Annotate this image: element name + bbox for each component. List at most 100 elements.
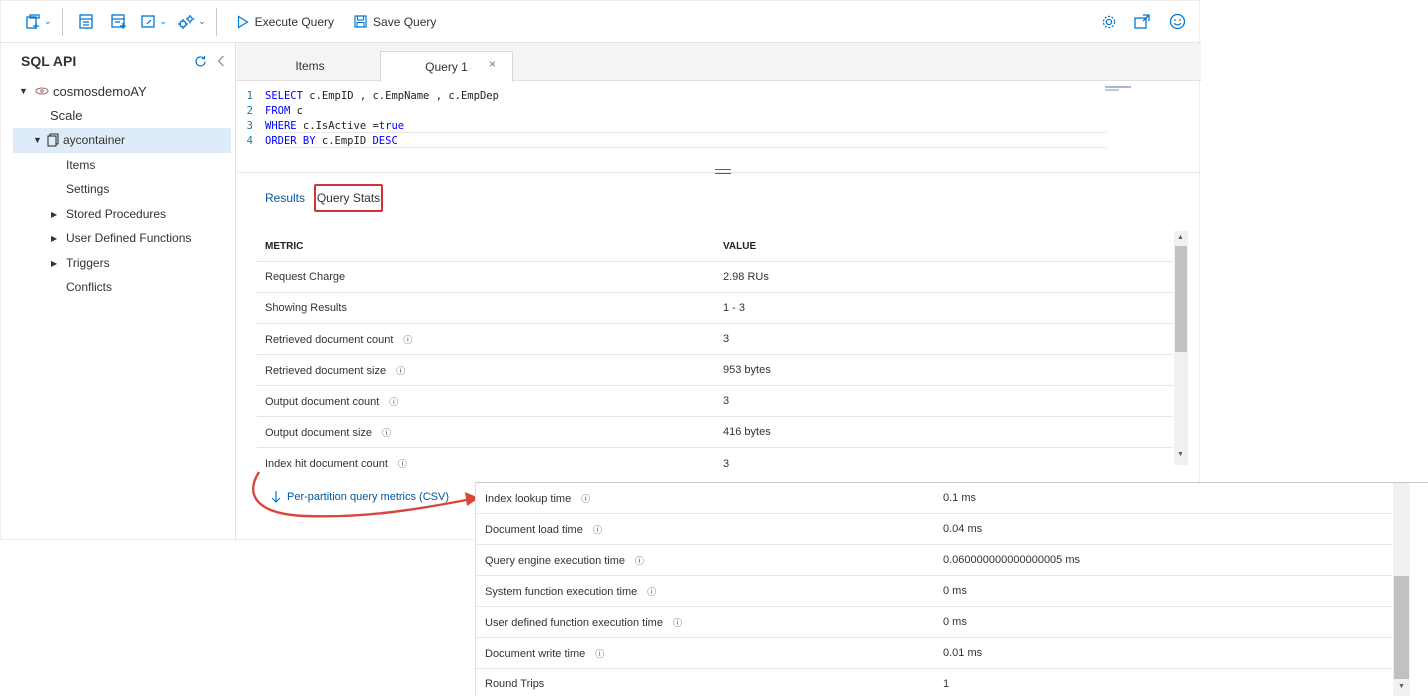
refresh-icon[interactable]: [194, 55, 207, 68]
close-icon[interactable]: ×: [489, 57, 496, 71]
metric-name: System function execution time: [485, 585, 638, 598]
scroll-down-icon[interactable]: ▼: [1177, 451, 1184, 458]
info-icon[interactable]: ⓘ: [382, 428, 391, 438]
tree-item-label: Settings: [66, 182, 110, 197]
settings-gears-button[interactable]: ⌄: [177, 1, 206, 43]
expand-triangle-icon: [33, 135, 45, 145]
new-stored-procedure-button[interactable]: [110, 1, 127, 43]
scrollbar-thumb[interactable]: [1175, 246, 1187, 352]
info-icon[interactable]: ⓘ: [389, 397, 398, 407]
tree-item-items[interactable]: Items: [1, 153, 235, 178]
info-icon[interactable]: ⓘ: [673, 618, 682, 628]
execute-query-label: Execute Query: [254, 14, 335, 29]
tree-item-triggers[interactable]: Triggers: [1, 251, 235, 276]
tree-item-udfs[interactable]: User Defined Functions: [1, 226, 235, 251]
metric-value: 0.1 ms: [943, 492, 977, 504]
collapsed-triangle-icon: [51, 258, 66, 268]
metric-name: Request Charge: [265, 271, 346, 283]
chevron-down-icon: ⌄: [44, 16, 52, 26]
editor-results-splitter[interactable]: [715, 169, 731, 174]
metric-value: 3: [723, 333, 730, 345]
table-scrollbar[interactable]: ▲ ▼: [1174, 231, 1188, 465]
code-text: c.IsActive: [296, 119, 373, 132]
keyword: ORDER BY: [265, 134, 316, 147]
table-row: Showing Results 1 - 3: [257, 293, 1173, 324]
expand-triangle-icon: [19, 86, 31, 96]
tab-query-stats[interactable]: Query Stats: [314, 184, 383, 212]
new-sql-query-button[interactable]: [78, 1, 93, 43]
info-icon[interactable]: ⓘ: [595, 649, 604, 659]
scrollbar-thumb[interactable]: [1394, 576, 1409, 679]
tree-item-conflicts[interactable]: Conflicts: [1, 275, 235, 300]
chevron-down-icon: ⌄: [198, 16, 206, 26]
metric-name: Output document size: [265, 426, 373, 439]
line-number: 2: [246, 104, 253, 117]
settings-button[interactable]: [1101, 1, 1117, 43]
table-row: Output document count ⓘ 3: [257, 386, 1173, 417]
editor-minimap[interactable]: [1105, 86, 1135, 92]
tree-item-settings[interactable]: Settings: [1, 177, 235, 202]
feedback-button[interactable]: [1169, 1, 1186, 43]
keyword: SELECT: [265, 89, 303, 102]
chevron-down-icon: ⌄: [159, 16, 168, 26]
metric-value: 1: [943, 678, 950, 690]
scroll-down-icon[interactable]: ▼: [1398, 683, 1405, 690]
save-query-button[interactable]: Save Query: [354, 15, 436, 29]
collapse-panel-icon[interactable]: [217, 55, 225, 67]
metric-name-cell: Index lookup time ⓘ: [485, 492, 590, 505]
table-row: System function execution time ⓘ 0 ms: [476, 576, 1392, 607]
save-icon: [354, 15, 367, 28]
results-tabs: Results Query Stats: [237, 184, 1201, 214]
container-name: aycontainer: [63, 133, 126, 148]
table-header-row: METRIC VALUE: [257, 231, 1173, 262]
line-number: 1: [246, 89, 253, 102]
info-icon[interactable]: ⓘ: [398, 459, 407, 469]
metric-name: Showing Results: [265, 302, 347, 314]
tree-item-stored-procedures[interactable]: Stored Procedures: [1, 202, 235, 227]
tree-item-label: Triggers: [66, 255, 110, 270]
info-icon[interactable]: ⓘ: [593, 525, 602, 535]
overlay-scrollbar[interactable]: ▼: [1393, 483, 1410, 696]
toolbar-divider: [61, 7, 63, 36]
stored-procedure-icon: [110, 14, 126, 29]
save-query-label: Save Query: [373, 14, 437, 29]
code-line: 1 SELECT c.EmpID , c.EmpName , c.EmpDep: [237, 88, 499, 103]
tree-account-node[interactable]: cosmosdemoAY: [1, 79, 235, 104]
info-icon[interactable]: ⓘ: [396, 366, 405, 376]
metric-value: 1 - 3: [723, 302, 746, 314]
code-line: 2 FROM c: [237, 103, 303, 118]
tab-items[interactable]: Items: [237, 51, 383, 81]
metric-value: 0.04 ms: [943, 523, 983, 535]
udf-icon: [140, 15, 155, 28]
tab-results[interactable]: Results: [265, 191, 305, 205]
execute-query-button[interactable]: Execute Query: [237, 15, 334, 29]
current-line-highlight: [281, 132, 1107, 133]
code-text: c: [290, 104, 303, 117]
tree-item-scale[interactable]: Scale: [1, 104, 235, 129]
new-udf-button[interactable]: ⌄: [140, 1, 168, 43]
metric-name: Index lookup time: [485, 492, 572, 505]
table-row: Retrieved document count ⓘ 3: [257, 324, 1173, 355]
metric-name: Index hit document count: [265, 458, 388, 470]
resource-tree-panel: SQL API cosmosdemoAY Scale aycontainer I…: [1, 43, 236, 541]
info-icon[interactable]: ⓘ: [581, 494, 590, 504]
new-container-button[interactable]: ⌄: [25, 1, 52, 43]
metric-name: Output document count: [265, 395, 380, 408]
open-full-screen-button[interactable]: [1134, 1, 1150, 43]
info-icon[interactable]: ⓘ: [647, 587, 656, 597]
tab-query-1[interactable]: Query 1 ×: [380, 51, 513, 82]
table-row: Query engine execution time ⓘ 0.060000000…: [476, 545, 1392, 576]
metric-value: 3: [723, 395, 730, 407]
info-icon[interactable]: ⓘ: [403, 335, 412, 345]
metric-value: 0 ms: [943, 585, 967, 597]
tab-label: Query 1: [425, 60, 468, 74]
query-editor[interactable]: 1 SELECT c.EmpID , c.EmpName , c.EmpDep 2…: [237, 81, 1201, 174]
tree-item-label: Stored Procedures: [66, 206, 167, 221]
scroll-up-icon[interactable]: ▲: [1177, 234, 1184, 241]
metric-name-cell: User defined function execution time ⓘ: [485, 616, 682, 629]
tab-label: Query Stats: [316, 191, 381, 205]
command-bar: ⌄ ⌄ ⌄ Execute Query Save Query: [1, 1, 1201, 43]
info-icon[interactable]: ⓘ: [635, 556, 644, 566]
tree-container-node[interactable]: aycontainer: [13, 128, 231, 153]
tab-label: Items: [295, 59, 325, 73]
